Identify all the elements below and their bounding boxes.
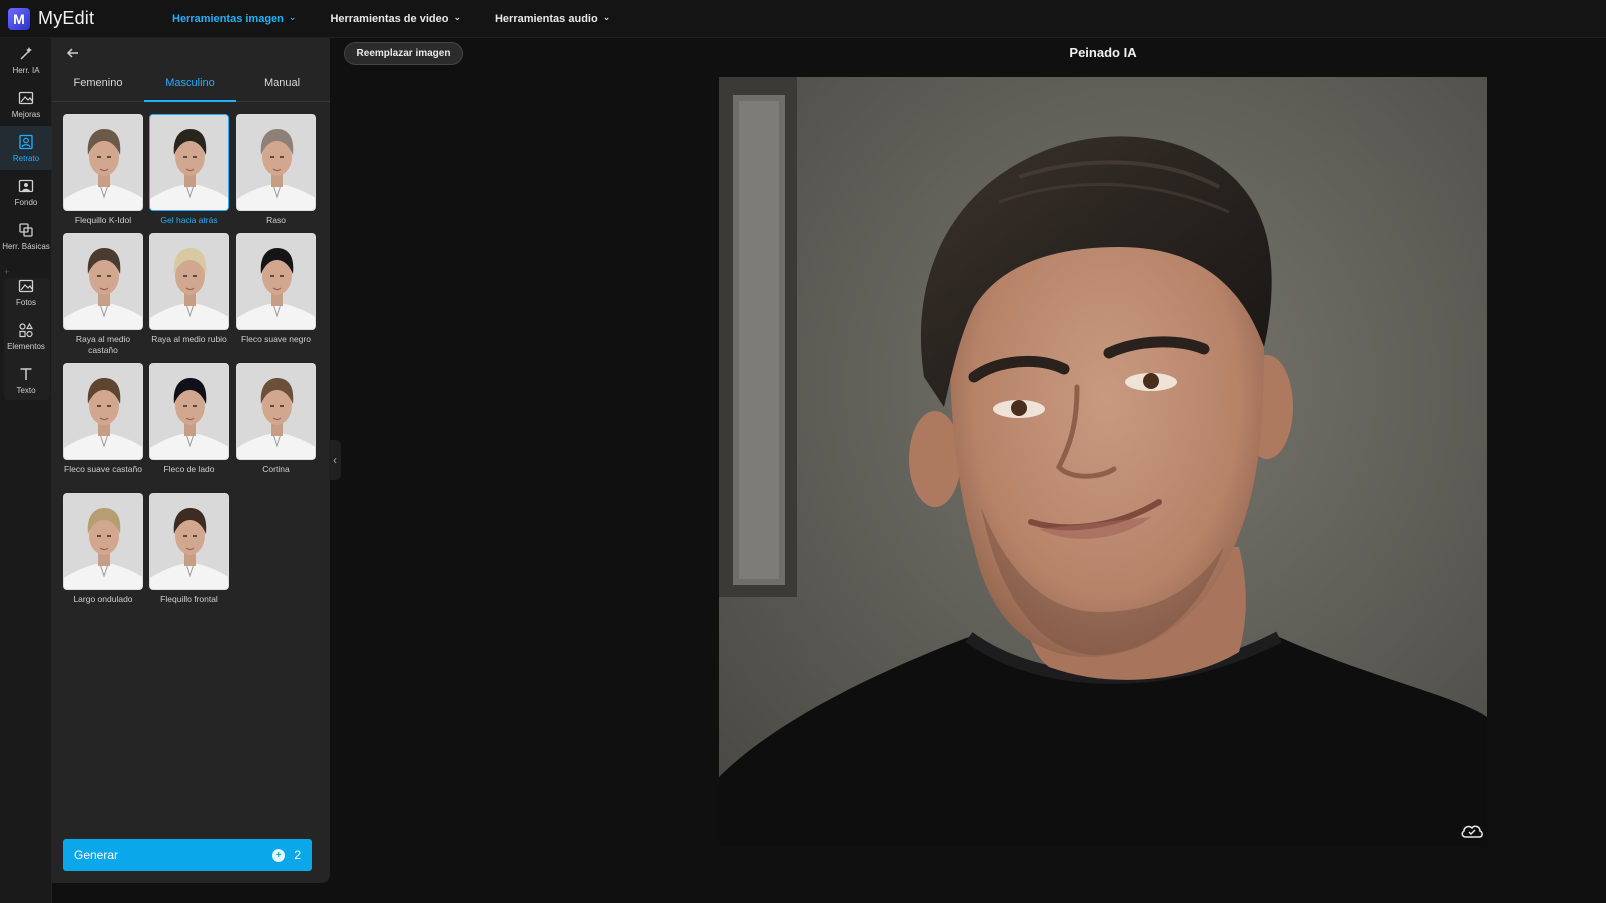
- magic-wand-icon: [17, 45, 35, 63]
- rail-item-background[interactable]: Fondo: [0, 170, 52, 214]
- style-thumbnail: [63, 363, 143, 460]
- rail-item-portrait[interactable]: Retrato: [0, 126, 52, 170]
- nav-audio-tools[interactable]: Herramientas audio ⌄: [494, 12, 611, 25]
- generate-button[interactable]: Generar + 2: [63, 839, 312, 871]
- chevron-down-icon: ⌄: [288, 12, 297, 22]
- chevron-left-icon: ‹: [333, 453, 337, 467]
- background-icon: [17, 177, 35, 195]
- rail-label: Elementos: [7, 342, 45, 351]
- style-card[interactable]: Fleco de lado: [149, 363, 229, 475]
- style-thumbnail: [149, 363, 229, 460]
- style-thumbnail: [149, 493, 229, 590]
- style-card[interactable]: Largo ondulado: [63, 493, 143, 605]
- style-label: Raso: [266, 215, 286, 225]
- rail-item-basic-tools[interactable]: Herr. Básicas: [0, 214, 52, 258]
- rail-item-elements[interactable]: Elementos: [0, 314, 52, 358]
- style-card[interactable]: Fleco suave castaño: [63, 363, 143, 475]
- style-label: Cortina: [262, 464, 290, 474]
- rail-label: Fondo: [14, 198, 38, 207]
- tab-manual[interactable]: Manual: [236, 74, 328, 101]
- back-button[interactable]: [64, 44, 82, 62]
- nav-video-tools-label: Herramientas de video: [330, 12, 449, 25]
- style-label: Largo ondulado: [73, 594, 133, 604]
- collapse-panel-handle[interactable]: ‹: [329, 440, 341, 480]
- style-thumbnail: [236, 114, 316, 211]
- chevron-down-icon: ⌄: [453, 12, 461, 22]
- top-bar: M MyEdit Herramientas imagen ⌄ Herramien…: [0, 0, 1606, 38]
- style-label: Gel hacia atrás: [160, 215, 218, 225]
- style-thumbnail: [236, 363, 316, 460]
- portrait-photo: [719, 77, 1487, 845]
- rail-label: Mejoras: [11, 110, 41, 119]
- myedit-logo: M: [8, 7, 30, 30]
- style-card[interactable]: Raya al medio rubio: [149, 233, 229, 345]
- hairstyle-panel: Femenino Masculino Manual Flequillo K-Id…: [52, 38, 330, 883]
- tool-rail: Herr. IA Mejoras Retrato Fondo Herr. Bás…: [0, 38, 52, 903]
- image-enhance-icon: [17, 89, 35, 107]
- style-card[interactable]: Flequillo frontal: [149, 493, 229, 605]
- rail-item-enhance[interactable]: Mejoras: [0, 82, 52, 126]
- style-card[interactable]: Gel hacia atrás: [149, 114, 229, 226]
- replace-image-button[interactable]: Reemplazar imagen: [344, 42, 463, 65]
- rail-label: Texto: [16, 386, 36, 395]
- portrait-icon: [17, 133, 35, 151]
- style-thumbnail: [149, 233, 229, 330]
- rail-label: Retrato: [12, 154, 40, 163]
- credit-cost: + 2: [272, 848, 301, 862]
- style-thumbnail: [149, 114, 229, 211]
- elements-icon: [17, 321, 35, 339]
- credit-icon: +: [272, 848, 286, 862]
- page-title: Peinado IA: [1069, 45, 1137, 60]
- rail-label: Fotos: [15, 298, 36, 307]
- style-label: Fleco suave castaño: [64, 464, 142, 474]
- style-thumbnail: [236, 233, 316, 330]
- nav-audio-tools-label: Herramientas audio: [494, 12, 598, 25]
- style-card[interactable]: Flequillo K-Idol: [63, 114, 143, 226]
- nav-image-tools-label: Herramientas imagen: [172, 12, 284, 25]
- generate-label: Generar: [74, 848, 119, 862]
- cloud-save-button[interactable]: [1460, 822, 1484, 840]
- style-thumbnail: [63, 233, 143, 330]
- style-thumbnail: [63, 114, 143, 211]
- credit-count: 2: [294, 848, 301, 862]
- photos-icon: [17, 277, 35, 295]
- style-label: Flequillo frontal: [160, 594, 218, 604]
- style-label: Fleco suave negro: [241, 334, 311, 344]
- rail-label: Herr. Básicas: [2, 242, 50, 251]
- copy-tools-icon: [17, 221, 35, 239]
- style-label: Raya al medio castaño: [75, 334, 131, 355]
- cloud-check-icon: [1461, 825, 1483, 838]
- rail-item-photos[interactable]: Fotos: [0, 270, 52, 314]
- rail-item-text[interactable]: Texto: [0, 358, 52, 402]
- style-card[interactable]: Raya al medio castaño: [63, 233, 143, 356]
- text-icon: [17, 365, 35, 383]
- rail-label: Herr. IA: [12, 66, 40, 75]
- style-label: Flequillo K-Idol: [74, 215, 132, 225]
- chevron-down-icon: ⌄: [602, 12, 611, 22]
- tab-femenino[interactable]: Femenino: [52, 74, 144, 101]
- gender-tabs: Femenino Masculino Manual: [52, 74, 330, 102]
- brand[interactable]: M MyEdit: [8, 7, 168, 30]
- style-thumbnail: [63, 493, 143, 590]
- top-nav: Herramientas imagen ⌄ Herramientas de vi…: [172, 12, 644, 25]
- style-label: Fleco de lado: [163, 464, 215, 474]
- style-card[interactable]: Cortina: [236, 363, 316, 475]
- arrow-left-icon: [66, 48, 78, 58]
- nav-image-tools[interactable]: Herramientas imagen ⌄: [172, 12, 297, 25]
- tab-masculino[interactable]: Masculino: [144, 74, 236, 102]
- style-card[interactable]: Fleco suave negro: [236, 233, 316, 345]
- app-name: MyEdit: [38, 8, 95, 28]
- nav-video-tools[interactable]: Herramientas de video ⌄: [330, 12, 461, 25]
- style-label: Raya al medio rubio: [151, 334, 227, 344]
- rail-item-ai-tools[interactable]: Herr. IA: [0, 38, 52, 82]
- style-card[interactable]: Raso: [236, 114, 316, 226]
